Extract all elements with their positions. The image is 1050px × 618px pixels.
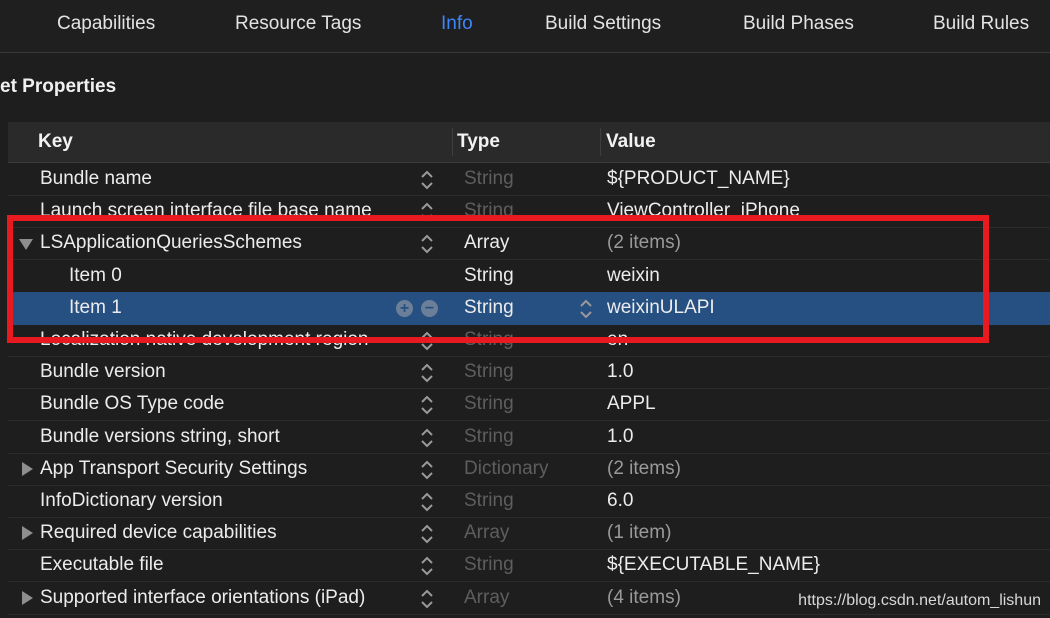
column-header-value[interactable]: Value bbox=[606, 131, 656, 153]
row-value[interactable]: (1 item) bbox=[607, 522, 671, 544]
table-row[interactable]: Item 1 + − String weixinULAPI bbox=[8, 291, 1050, 325]
table-row[interactable]: Item 0 String weixin bbox=[8, 260, 1050, 293]
key-stepper-icon[interactable] bbox=[420, 427, 434, 449]
tab-build-phases[interactable]: Build Phases bbox=[743, 13, 854, 35]
disclosure-closed-icon[interactable] bbox=[22, 461, 33, 476]
key-stepper-icon[interactable] bbox=[420, 555, 434, 577]
key-stepper-icon[interactable] bbox=[420, 588, 434, 610]
row-key: InfoDictionary version bbox=[40, 490, 223, 511]
table-row[interactable]: Launch screen interface file base name St… bbox=[8, 195, 1050, 229]
column-header-type[interactable]: Type bbox=[457, 131, 500, 153]
disclosure-open-icon[interactable] bbox=[19, 239, 33, 251]
row-value[interactable]: en bbox=[607, 329, 628, 351]
editor-tab-bar: Capabilities Resource Tags Info Build Se… bbox=[0, 0, 1050, 53]
row-type[interactable]: String bbox=[464, 554, 514, 576]
row-type[interactable]: String bbox=[464, 490, 514, 512]
row-type[interactable]: String bbox=[464, 297, 514, 319]
row-value[interactable]: ${PRODUCT_NAME} bbox=[607, 168, 790, 190]
row-value[interactable]: (2 items) bbox=[607, 232, 681, 254]
row-key: Required device capabilities bbox=[40, 522, 277, 544]
row-type[interactable]: String bbox=[464, 361, 514, 383]
row-key: Launch screen interface file base name bbox=[40, 200, 372, 222]
row-key: Bundle version bbox=[40, 361, 166, 383]
table-header: Key Type Value bbox=[8, 122, 1050, 163]
row-type[interactable]: String bbox=[464, 393, 514, 415]
row-key: Item 1 bbox=[69, 296, 122, 318]
key-stepper-icon[interactable] bbox=[420, 233, 434, 255]
key-stepper-icon[interactable] bbox=[420, 330, 434, 352]
table-row[interactable]: Bundle version String 1.0 bbox=[8, 356, 1050, 390]
row-value[interactable]: weixinULAPI bbox=[607, 297, 715, 319]
disclosure-closed-icon[interactable] bbox=[22, 590, 33, 605]
row-value[interactable]: (4 items) bbox=[607, 587, 681, 609]
table-row[interactable]: Bundle versions string, short String 1.0 bbox=[8, 421, 1050, 454]
tab-capabilities[interactable]: Capabilities bbox=[57, 13, 155, 35]
row-type[interactable]: String bbox=[464, 168, 514, 190]
table-row[interactable]: Localization native development region St… bbox=[8, 324, 1050, 357]
row-value[interactable]: ${EXECUTABLE_NAME} bbox=[607, 554, 820, 576]
key-stepper-icon[interactable] bbox=[420, 201, 434, 223]
key-stepper-icon[interactable] bbox=[420, 459, 434, 481]
row-key: Bundle versions string, short bbox=[40, 425, 280, 447]
tab-build-rules[interactable]: Build Rules bbox=[933, 13, 1029, 35]
row-key: Executable file bbox=[40, 554, 164, 576]
row-key: App Transport Security Settings bbox=[40, 457, 308, 479]
row-type[interactable]: Array bbox=[464, 522, 509, 544]
tab-info[interactable]: Info bbox=[441, 13, 473, 35]
type-stepper-icon[interactable] bbox=[579, 298, 593, 320]
column-header-key[interactable]: Key bbox=[38, 131, 73, 153]
row-key: Localization native development region bbox=[40, 329, 369, 350]
row-type[interactable]: Dictionary bbox=[464, 458, 548, 480]
row-key: Bundle OS Type code bbox=[40, 393, 225, 415]
row-type[interactable]: String bbox=[464, 426, 514, 448]
key-stepper-icon[interactable] bbox=[420, 523, 434, 545]
table-row[interactable]: App Transport Security Settings Dictionar… bbox=[8, 453, 1050, 486]
row-value[interactable]: 6.0 bbox=[607, 490, 633, 512]
row-key: Bundle name bbox=[40, 168, 152, 189]
info-plist-table: Key Type Value Bundle name String ${PRODUC… bbox=[8, 122, 1050, 618]
key-stepper-icon[interactable] bbox=[420, 394, 434, 416]
row-type[interactable]: Array bbox=[464, 232, 509, 254]
key-stepper-icon[interactable] bbox=[420, 491, 434, 513]
remove-item-button[interactable]: − bbox=[421, 299, 438, 317]
disclosure-closed-icon[interactable] bbox=[22, 526, 33, 541]
table-row[interactable]: LSApplicationQueriesSchemes Array (2 items… bbox=[8, 227, 1050, 261]
row-type[interactable]: String bbox=[464, 329, 514, 351]
row-key: Item 0 bbox=[69, 264, 122, 286]
row-value[interactable]: 1.0 bbox=[607, 426, 633, 448]
row-value[interactable]: ViewController_iPhone bbox=[607, 200, 800, 222]
row-key: LSApplicationQueriesSchemes bbox=[40, 232, 302, 254]
tab-build-settings[interactable]: Build Settings bbox=[545, 13, 661, 35]
table-row[interactable]: Required device capabilities Array (1 item… bbox=[8, 517, 1050, 551]
table-row[interactable]: InfoDictionary version String 6.0 bbox=[8, 485, 1050, 518]
watermark-text: https://blog.csdn.net/autom_lishun bbox=[798, 592, 1041, 609]
row-value[interactable]: (2 items) bbox=[607, 458, 681, 480]
table-row[interactable]: Bundle name String ${PRODUCT_NAME} bbox=[8, 163, 1050, 196]
add-item-button[interactable]: + bbox=[396, 299, 413, 317]
row-type[interactable]: String bbox=[464, 265, 514, 287]
tab-resource-tags[interactable]: Resource Tags bbox=[235, 13, 361, 35]
section-title[interactable]: et Properties bbox=[0, 76, 116, 98]
key-stepper-icon[interactable] bbox=[420, 169, 434, 191]
table-row[interactable]: Bundle OS Type code String APPL bbox=[8, 388, 1050, 422]
column-divider[interactable] bbox=[600, 128, 601, 156]
row-value[interactable]: APPL bbox=[607, 393, 656, 415]
row-type[interactable]: Array bbox=[464, 587, 509, 609]
table-row[interactable]: Executable file String ${EXECUTABLE_NAME} bbox=[8, 549, 1050, 583]
row-key: Supported interface orientations (iPad) bbox=[40, 586, 366, 608]
row-type[interactable]: String bbox=[464, 200, 514, 222]
key-stepper-icon[interactable] bbox=[420, 362, 434, 384]
row-value[interactable]: weixin bbox=[607, 265, 660, 287]
row-value[interactable]: 1.0 bbox=[607, 361, 633, 383]
column-divider[interactable] bbox=[452, 128, 453, 156]
